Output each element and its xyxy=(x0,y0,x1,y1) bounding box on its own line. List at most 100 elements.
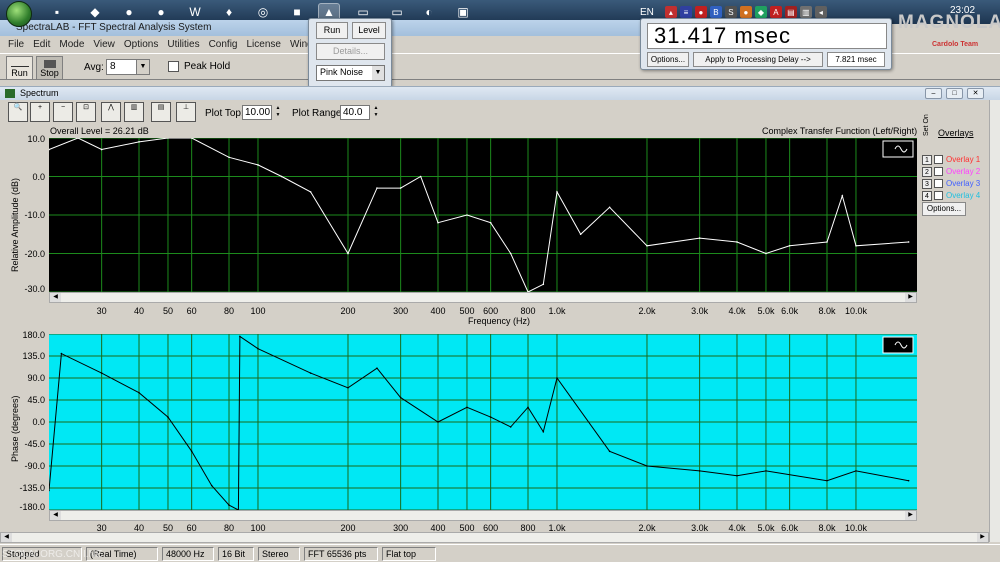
line-plot-icon[interactable]: ⋀ xyxy=(101,102,121,122)
menu-item[interactable]: Utilities xyxy=(163,37,204,53)
y-tick-label: -180.0 xyxy=(19,502,45,512)
tray-s-icon[interactable]: S xyxy=(724,6,737,18)
chevron-down-icon[interactable]: ▼ xyxy=(372,66,384,80)
data-point xyxy=(419,175,422,178)
network-icon[interactable]: ▥ xyxy=(799,6,812,18)
run-label: Run xyxy=(11,68,28,78)
zoom-out-icon[interactable]: − xyxy=(53,102,73,122)
overlay-label: Overlay 1 xyxy=(946,155,981,164)
data-point xyxy=(826,241,828,243)
menu-item[interactable]: View xyxy=(89,37,120,53)
window-v-scrollbar[interactable] xyxy=(989,100,1000,542)
ati-icon[interactable]: A xyxy=(769,6,782,18)
cursor-icon[interactable]: ⊥ xyxy=(176,102,196,122)
volume-icon[interactable]: ◂ xyxy=(814,6,827,18)
overlay-on-checkbox[interactable] xyxy=(934,155,943,164)
chevron-down-icon[interactable]: ▼ xyxy=(136,60,149,74)
utility-icon[interactable]: ■ xyxy=(286,3,308,21)
generator-details-button[interactable]: Details... xyxy=(316,43,385,60)
data-point xyxy=(60,352,63,355)
data-point xyxy=(608,450,611,453)
bar-plot-icon[interactable]: ▥ xyxy=(124,102,144,122)
signal-type-select[interactable]: Pink Noise ▼ xyxy=(316,65,385,81)
stop-label: Stop xyxy=(40,68,59,78)
window-icon[interactable]: ▣ xyxy=(452,3,474,21)
menu-item[interactable]: Options xyxy=(120,37,163,53)
overlay-set-button[interactable]: 2 xyxy=(922,166,932,177)
floppy-icon[interactable]: ▪ xyxy=(46,3,68,21)
scope-icon[interactable] xyxy=(882,336,914,354)
phase-plot[interactable] xyxy=(49,334,917,510)
spectrum-window-icon xyxy=(5,89,15,98)
scroll-left-icon[interactable]: ◀ xyxy=(1,533,12,542)
zoom-in-icon[interactable]: + xyxy=(30,102,50,122)
phase-chart-svg xyxy=(49,334,917,510)
browser-icon[interactable]: ● xyxy=(118,3,140,21)
scroll-right-icon[interactable]: ▶ xyxy=(977,533,988,542)
run-button[interactable]: Run xyxy=(6,56,33,80)
tray-app-icon[interactable]: ▴ xyxy=(664,6,677,18)
record-icon[interactable]: ● xyxy=(150,3,172,21)
scroll-right-icon[interactable]: ▶ xyxy=(905,293,916,302)
scroll-right-icon[interactable]: ▶ xyxy=(905,511,916,520)
generator-level-button[interactable]: Level xyxy=(352,22,386,39)
tray-green-icon[interactable]: ◆ xyxy=(754,6,767,18)
close-icon[interactable]: ✕ xyxy=(967,88,984,99)
phase-h-scrollbar[interactable]: ◀ ▶ xyxy=(49,510,917,521)
amplitude-h-scrollbar[interactable]: ◀ ▶ xyxy=(49,292,917,303)
scroll-left-icon[interactable]: ◀ xyxy=(50,293,61,302)
globe-icon[interactable]: ◐ xyxy=(418,3,440,21)
tray-red-icon[interactable]: ● xyxy=(694,6,707,18)
overlay-set-button[interactable]: 4 xyxy=(922,190,932,201)
menu-item[interactable]: File xyxy=(4,37,29,53)
overlay-options-button[interactable]: Options... xyxy=(922,202,966,216)
overlay-set-button[interactable]: 1 xyxy=(922,154,932,165)
table-icon[interactable]: ▤ xyxy=(151,102,171,122)
plot-top-spinner[interactable]: ▲ ▼ xyxy=(274,105,282,120)
plot-mode-label: Complex Transfer Function (Left/Right) xyxy=(762,126,918,136)
disc-icon[interactable]: ◎ xyxy=(252,3,274,21)
overlay-set-button[interactable]: 3 xyxy=(922,178,932,189)
app-icon[interactable]: ◆ xyxy=(84,3,106,21)
stop-button[interactable]: Stop xyxy=(36,56,63,80)
tray-orange-icon[interactable]: ● xyxy=(739,6,752,18)
wordpress-icon[interactable]: W xyxy=(184,3,206,21)
overlay-on-checkbox[interactable] xyxy=(934,191,943,200)
data-point xyxy=(542,430,545,433)
menu-item[interactable]: Mode xyxy=(55,37,89,53)
menu-item[interactable]: License xyxy=(242,37,285,53)
scope-icon[interactable] xyxy=(882,140,914,158)
plot-range-input[interactable]: 40.0 xyxy=(340,105,370,120)
minimize-icon[interactable]: – xyxy=(925,88,942,99)
delay-options-button[interactable]: Options... xyxy=(647,52,689,67)
peak-hold-checkbox[interactable] xyxy=(168,61,179,72)
zoom-icon[interactable]: 🔍 xyxy=(8,102,28,122)
apply-delay-button[interactable]: Apply to Processing Delay --> xyxy=(693,52,823,67)
generator-run-button[interactable]: Run xyxy=(316,22,348,39)
maximize-icon[interactable]: □ xyxy=(946,88,963,99)
overlay-on-checkbox[interactable] xyxy=(934,167,943,176)
menu-item[interactable]: Config xyxy=(205,37,243,53)
data-point xyxy=(466,214,468,216)
amplitude-plot[interactable] xyxy=(49,138,917,292)
scroll-left-icon[interactable]: ◀ xyxy=(50,511,61,520)
data-point xyxy=(239,335,241,338)
plot-range-spinner[interactable]: ▲ ▼ xyxy=(372,105,380,120)
data-point xyxy=(437,221,439,224)
generator-panel: Run Level Details... Pink Noise ▼ xyxy=(308,18,392,88)
menu-item[interactable]: Edit xyxy=(29,37,55,53)
zoom-full-icon[interactable]: ⊡ xyxy=(76,102,96,122)
bluetooth-icon[interactable]: B xyxy=(709,6,722,18)
start-button[interactable] xyxy=(6,1,32,27)
language-indicator[interactable]: EN xyxy=(640,7,654,18)
avg-value: 8 xyxy=(110,61,116,72)
shield-icon[interactable]: ♦ xyxy=(218,3,240,21)
pdf-icon[interactable]: ▤ xyxy=(784,6,797,18)
window-h-scrollbar[interactable]: ◀ ▶ xyxy=(0,532,989,543)
avg-select[interactable]: 8 ▼ xyxy=(106,59,150,75)
data-point xyxy=(788,245,791,247)
flag-icon[interactable]: ≡ xyxy=(679,6,692,18)
plot-top-input[interactable]: 10.00 xyxy=(242,105,272,120)
data-point xyxy=(542,283,545,286)
overlay-on-checkbox[interactable] xyxy=(934,179,943,188)
